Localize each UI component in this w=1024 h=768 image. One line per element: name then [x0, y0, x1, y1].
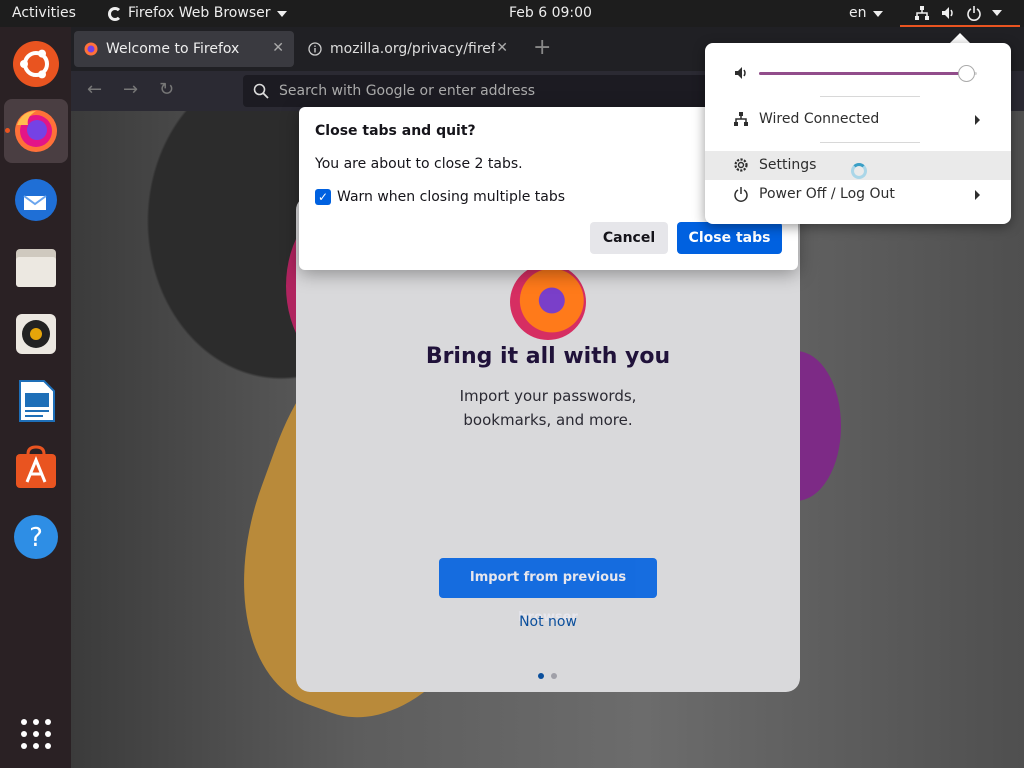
close-icon[interactable]: ✕: [496, 40, 508, 56]
activities-button[interactable]: Activities: [12, 0, 76, 27]
volume-row: [705, 61, 1011, 85]
dock-item-thunderbird[interactable]: [4, 168, 68, 232]
firefox-icon: [108, 6, 122, 21]
volume-icon: [735, 67, 746, 79]
onboarding-card: Bring it all with you Import your passwo…: [296, 196, 800, 692]
close-icon[interactable]: ✕: [272, 40, 284, 56]
chevron-down-icon: [276, 10, 287, 17]
system-status-area[interactable]: [900, 0, 1020, 27]
language-label: en: [849, 5, 867, 21]
step-dot-active: [538, 673, 544, 679]
top-bar: Activities Firefox Web Browser Feb 6 09:…: [0, 0, 1024, 27]
thunderbird-icon: [15, 179, 57, 221]
cancel-button[interactable]: Cancel: [590, 222, 668, 254]
wired-connected-item[interactable]: Wired Connected: [705, 105, 1011, 134]
chevron-right-icon: [975, 115, 980, 125]
help-icon: ?: [14, 515, 58, 559]
volume-icon: [942, 6, 953, 19]
dialog-message: You are about to close 2 tabs.: [315, 156, 523, 172]
search-icon: [253, 83, 269, 99]
step-dot: [551, 673, 557, 679]
power-icon: [734, 187, 748, 202]
tab-label: Welcome to Firefox: [106, 41, 240, 57]
power-icon: [967, 5, 981, 21]
ubuntu-logo-icon: [13, 41, 59, 87]
volume-slider-fill: [759, 72, 967, 75]
firefox-favicon-icon: [84, 42, 98, 56]
tab-label: mozilla.org/privacy/firefox: [330, 41, 495, 57]
writer-icon: [19, 380, 55, 422]
app-menu[interactable]: Firefox Web Browser: [108, 0, 287, 27]
dock-item-files[interactable]: [4, 235, 68, 299]
onboarding-subtitle: Import your passwords, bookmarks, and mo…: [459, 387, 637, 429]
show-applications-button[interactable]: [4, 702, 68, 766]
firefox-icon: [15, 110, 57, 152]
power-off-label: Power Off / Log Out: [759, 186, 895, 202]
dialog-title: Close tabs and quit?: [315, 123, 476, 139]
warn-checkbox-row[interactable]: ✓ Warn when closing multiple tabs: [315, 189, 565, 205]
onboarding-title: Bring it all with you: [425, 344, 671, 369]
chevron-down-icon: [992, 9, 1002, 16]
volume-slider[interactable]: [759, 65, 977, 82]
separator: [820, 142, 920, 143]
files-icon: [16, 249, 56, 287]
reload-button[interactable]: ↻: [159, 79, 174, 100]
input-source-indicator[interactable]: en: [849, 0, 883, 27]
warn-checkbox[interactable]: ✓: [315, 189, 331, 205]
app-grid-icon: [21, 719, 51, 749]
network-wired-icon: [915, 5, 929, 20]
svg-text:?: ?: [29, 523, 43, 553]
forward-button[interactable]: →: [123, 79, 138, 100]
not-now-link[interactable]: Not now: [296, 614, 800, 630]
chevron-down-icon: [872, 10, 883, 17]
system-menu: Wired Connected Settings Power Off / Log…: [705, 43, 1011, 224]
dock-item-help[interactable]: ?: [4, 505, 68, 569]
back-button[interactable]: ←: [87, 79, 102, 100]
dock-item-ubuntu[interactable]: [4, 32, 68, 96]
warn-checkbox-label: Warn when closing multiple tabs: [337, 189, 566, 205]
software-icon: [16, 445, 56, 488]
loading-cursor-icon: [851, 163, 867, 179]
gear-icon: [734, 158, 748, 172]
dock-item-writer[interactable]: [4, 369, 68, 433]
settings-label: Settings: [759, 157, 817, 173]
running-indicator: [5, 128, 10, 133]
clock[interactable]: Feb 6 09:00: [509, 0, 592, 27]
info-favicon-icon: [308, 42, 322, 56]
chevron-right-icon: [975, 190, 980, 200]
volume-slider-handle[interactable]: [958, 65, 976, 82]
dock-item-rhythmbox[interactable]: [4, 302, 68, 366]
rhythmbox-icon: [16, 314, 56, 354]
firefox-logo-icon: [510, 264, 586, 340]
app-menu-label: Firefox Web Browser: [128, 5, 271, 21]
new-tab-button[interactable]: +: [533, 35, 551, 61]
dock: ?: [0, 27, 71, 768]
dock-item-software[interactable]: [4, 436, 68, 500]
url-placeholder: Search with Google or enter address: [279, 83, 536, 99]
tab-privacy[interactable]: mozilla.org/privacy/firefox ✕: [298, 31, 518, 67]
power-off-item[interactable]: Power Off / Log Out: [705, 180, 1011, 209]
separator: [820, 96, 920, 97]
tab-welcome[interactable]: Welcome to Firefox ✕: [74, 31, 294, 67]
wired-connected-label: Wired Connected: [759, 111, 880, 127]
network-wired-icon: [734, 112, 748, 126]
import-button[interactable]: Import from previous browser: [439, 558, 657, 625]
dock-item-firefox[interactable]: [4, 99, 68, 163]
close-tabs-button[interactable]: Close tabs: [677, 222, 782, 254]
